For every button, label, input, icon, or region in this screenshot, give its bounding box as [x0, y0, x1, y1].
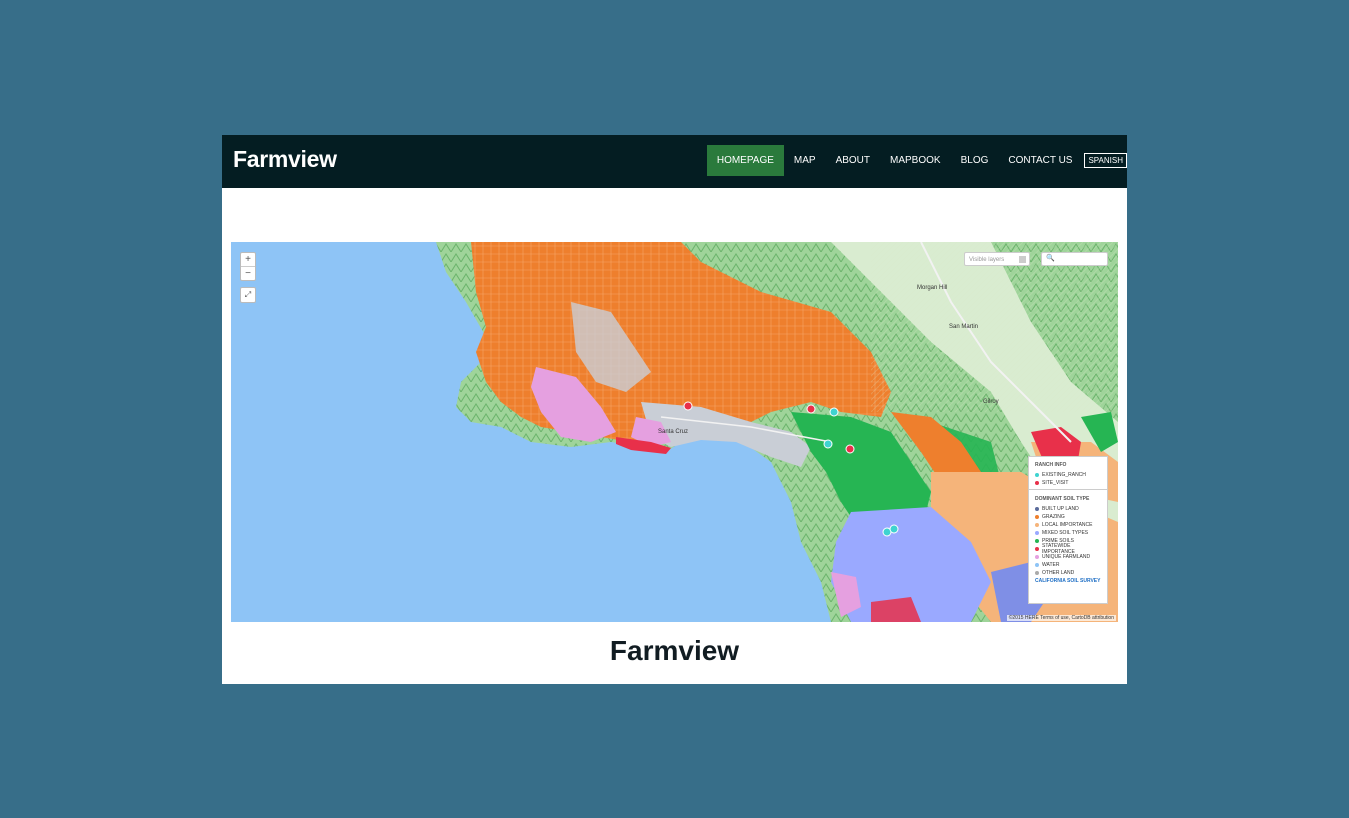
- zoom-out-button[interactable]: −: [241, 266, 255, 280]
- legend-item: SITE_VISIT: [1035, 479, 1101, 486]
- nav-mapbook[interactable]: MAPBOOK: [880, 145, 951, 176]
- legend-item: MIXED SOIL TYPES: [1035, 529, 1101, 536]
- legend-label: BUILT UP LAND: [1042, 505, 1079, 512]
- browser-page: Farmview HOMEPAGE MAP ABOUT MAPBOOK BLOG…: [222, 135, 1127, 684]
- dropdown-toggle-icon: [1019, 256, 1026, 263]
- spanish-language-button[interactable]: SPANISH: [1084, 153, 1127, 168]
- legend-dot-icon: [1035, 506, 1039, 511]
- legend-label: UNIQUE FARMLAND: [1042, 553, 1091, 560]
- legend-item: WATER: [1035, 561, 1101, 568]
- legend-label: OTHER LAND: [1042, 569, 1075, 576]
- legend-soil-title: DOMINANT SOIL TYPE: [1035, 496, 1090, 502]
- legend-item: BUILT UP LAND: [1035, 505, 1101, 512]
- nav-contact-us[interactable]: CONTACT US: [998, 145, 1082, 176]
- brand-logo[interactable]: Farmview: [233, 146, 337, 173]
- soil-map[interactable]: Morgan Hill San Martin Gilroy Santa Cruz…: [231, 242, 1118, 622]
- nav-map[interactable]: MAP: [784, 145, 826, 176]
- legend-dot-icon: [1035, 554, 1039, 559]
- legend-divider: [1029, 489, 1107, 490]
- legend-dot-icon: [1035, 472, 1039, 477]
- zoom-control: + −: [240, 252, 256, 281]
- map-tiles: Morgan Hill San Martin Gilroy Santa Cruz: [231, 242, 1118, 622]
- legend-item: LOCAL IMPORTANCE: [1035, 521, 1101, 528]
- legend-label: GRAZING: [1042, 513, 1065, 520]
- legend-label: EXISTING_RANCH: [1042, 471, 1086, 478]
- legend-label: LOCAL IMPORTANCE: [1042, 521, 1093, 528]
- place-label-morgan-hill: Morgan Hill: [917, 285, 947, 291]
- visible-layers-label: Visible layers: [969, 257, 1005, 263]
- page-title: Farmview: [609, 635, 740, 666]
- legend-label: WATER: [1042, 561, 1060, 568]
- legend-dot-icon: [1035, 570, 1039, 575]
- legend-dot-icon: [1035, 522, 1039, 527]
- legend-dot-icon: [1035, 480, 1039, 485]
- legend-dot-icon: [1035, 514, 1039, 519]
- legend-ranch-title: RANCH INFO: [1035, 462, 1067, 468]
- search-input[interactable]: [1054, 254, 1104, 264]
- legend-item: STATEWIDE IMPORTANCE: [1035, 543, 1101, 555]
- legend-dot-icon: [1035, 546, 1039, 551]
- main-nav: HOMEPAGE MAP ABOUT MAPBOOK BLOG CONTACT …: [706, 145, 1127, 176]
- nav-homepage[interactable]: HOMEPAGE: [706, 145, 784, 176]
- zoom-in-button[interactable]: +: [241, 253, 255, 266]
- navbar: Farmview HOMEPAGE MAP ABOUT MAPBOOK BLOG…: [222, 135, 1127, 188]
- fullscreen-icon[interactable]: ⤢: [240, 287, 256, 303]
- nav-about[interactable]: ABOUT: [826, 145, 880, 176]
- legend-item: EXISTING_RANCH: [1035, 471, 1101, 478]
- legend-item: UNIQUE FARMLAND: [1035, 553, 1101, 560]
- legend-item: OTHER LAND: [1035, 569, 1101, 576]
- legend-item: GRAZING: [1035, 513, 1101, 520]
- visible-layers-dropdown[interactable]: Visible layers: [964, 252, 1030, 266]
- map-search[interactable]: 🔍: [1041, 252, 1108, 266]
- legend-dot-icon: [1035, 562, 1039, 567]
- legend-label: SITE_VISIT: [1042, 479, 1069, 486]
- place-label-san-martin: San Martin: [949, 324, 978, 330]
- map-legend: RANCH INFO EXISTING_RANCH SITE_VISIT DOM…: [1028, 456, 1108, 604]
- legend-dot-icon: [1035, 530, 1039, 535]
- nav-blog[interactable]: BLOG: [951, 145, 999, 176]
- map-attribution[interactable]: ©2015 HERE Terms of use, CartoDB attribu…: [1006, 615, 1116, 621]
- place-label-santa-cruz: Santa Cruz: [658, 429, 688, 435]
- soil-survey-link[interactable]: CALIFORNIA SOIL SURVEY: [1035, 578, 1101, 584]
- legend-label: MIXED SOIL TYPES: [1042, 529, 1089, 536]
- place-label-gilroy: Gilroy: [983, 399, 999, 405]
- legend-dot-icon: [1035, 538, 1039, 543]
